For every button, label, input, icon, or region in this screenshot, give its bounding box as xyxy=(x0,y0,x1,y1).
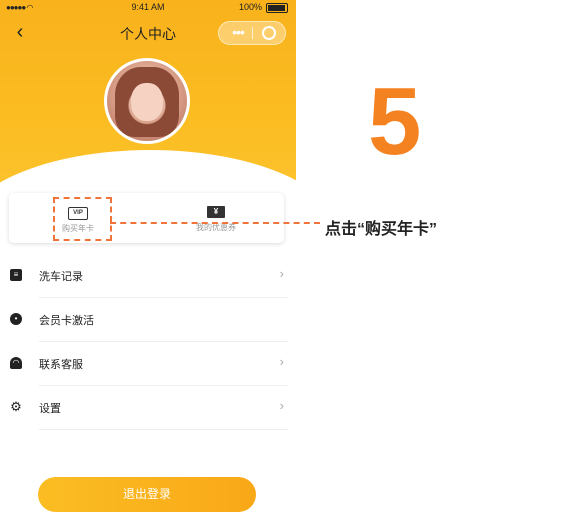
menu-list: ≡ 洗车记录 › • 会员卡激活 ◠ 联系客服 › ⚙ 设置 › xyxy=(0,254,296,430)
close-circle-icon[interactable] xyxy=(262,26,276,40)
menu-item-settings[interactable]: ⚙ 设置 › xyxy=(0,386,296,430)
battery-icon xyxy=(266,3,288,13)
menu-item-label: 会员卡激活 xyxy=(39,315,94,327)
logout-button[interactable]: 退出登录 xyxy=(38,477,256,512)
mini-program-capsule: ••• xyxy=(218,21,286,45)
chevron-right-icon: › xyxy=(279,398,284,413)
chevron-right-icon: › xyxy=(279,354,284,369)
user-name: 我爱7系 xyxy=(117,151,164,166)
menu-item-label: 洗车记录 xyxy=(39,271,83,283)
menu-item-label: 联系客服 xyxy=(39,359,83,371)
guide-connector-line xyxy=(110,222,320,224)
quick-actions-card: VIP 购买年卡 ¥ 我的优惠券 xyxy=(9,193,284,243)
phone-number: 手机号: 15888888888 xyxy=(146,170,234,180)
menu-item-wash-records[interactable]: ≡ 洗车记录 › xyxy=(0,254,296,298)
edit-icon[interactable] xyxy=(167,154,179,166)
user-info-row: 车牌号: 鲁S70888 手机号: 15888888888 xyxy=(0,168,296,181)
plate-number: 车牌号: 鲁S70888 xyxy=(62,170,135,180)
list-icon: ≡ xyxy=(10,269,22,281)
highlight-box xyxy=(53,197,112,241)
phone-screen: ●●●●● ◠ 9:41 AM 100% ‹ 个人中心 ••• 我爱7系 车牌号… xyxy=(0,0,296,529)
avatar xyxy=(104,58,190,144)
coupon-icon: ¥ xyxy=(207,206,225,218)
menu-item-customer-service[interactable]: ◠ 联系客服 › xyxy=(0,342,296,386)
chevron-right-icon: › xyxy=(279,266,284,281)
more-icon[interactable]: ••• xyxy=(227,23,249,41)
menu-item-label: 设置 xyxy=(39,403,61,415)
step-instruction: 点击“购买年卡” xyxy=(325,221,438,238)
user-name-row: 我爱7系 xyxy=(0,148,296,167)
my-coupons-button[interactable]: ¥ 我的优惠券 xyxy=(166,201,266,233)
menu-item-card-activation[interactable]: • 会员卡激活 xyxy=(0,298,296,342)
key-icon: • xyxy=(10,313,22,325)
gear-icon: ⚙ xyxy=(10,399,22,414)
step-number: 5 xyxy=(368,68,422,175)
nav-bar: ‹ 个人中心 ••• xyxy=(0,16,296,48)
status-bar: ●●●●● ◠ 9:41 AM 100% xyxy=(0,0,296,14)
headset-icon: ◠ xyxy=(10,357,22,369)
battery-percent: 100% xyxy=(238,2,262,12)
